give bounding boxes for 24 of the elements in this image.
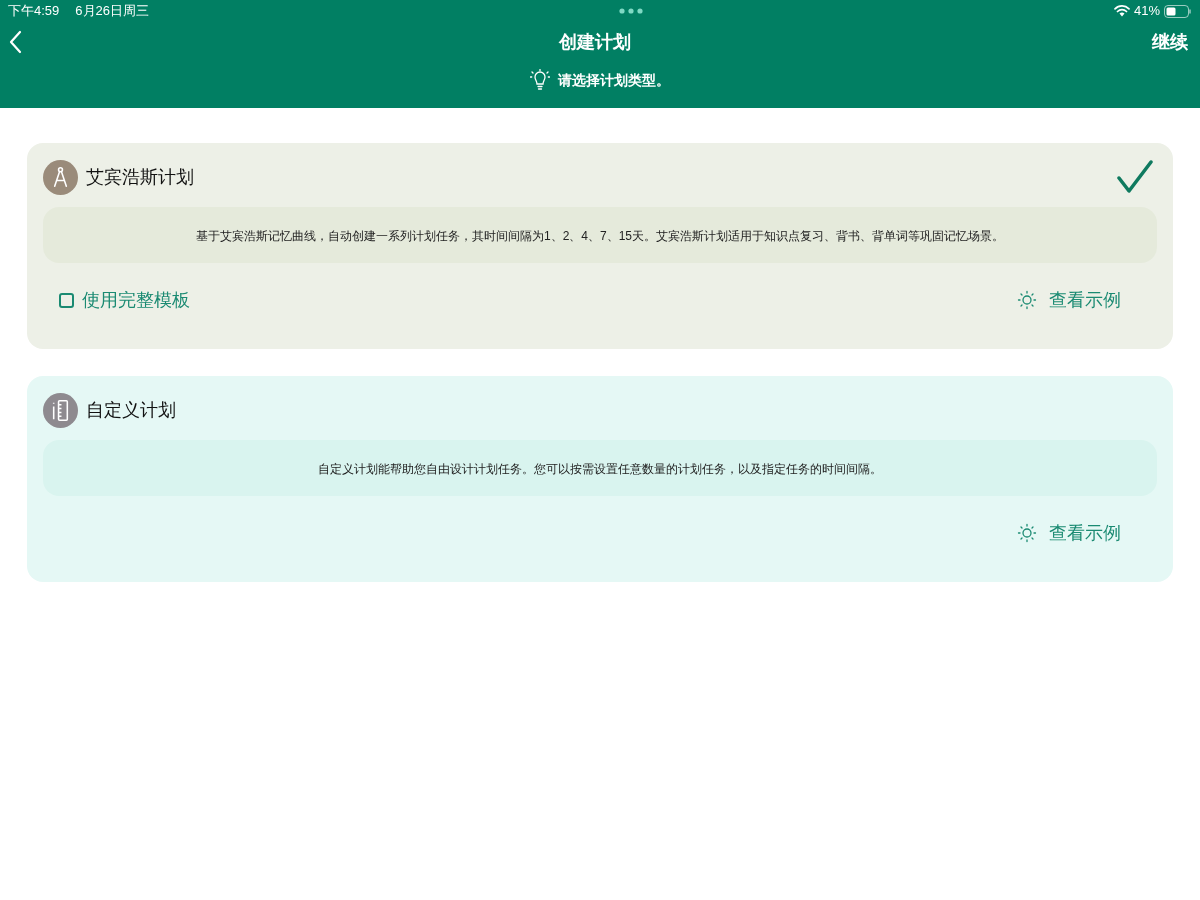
wifi-icon — [1113, 5, 1130, 17]
plan-title: 自定义计划 — [86, 398, 176, 422]
plan-card[interactable]: 艾宾浩斯计划 基于艾宾浩斯记忆曲线，自动创建一系列计划任务，其时间间隔为1、2、4、7、15天。艾宾浩斯计划适用于知识点复习、背书、背单词等巩固记忆场景。 使用完整模板 查看示例 — [27, 143, 1173, 349]
view-example-link[interactable]: 查看示例 — [1017, 519, 1121, 547]
sun-icon — [1017, 290, 1037, 310]
multitasking-dots-icon — [619, 8, 644, 14]
battery-percent: 41% — [1133, 2, 1160, 21]
plan-title: 艾宾浩斯计划 — [86, 165, 194, 189]
back-icon — [8, 30, 22, 54]
description-text: 自定义计划能帮助您自由设计计划任务。您可以按需设置任意数量的计划任务，以及指定任务的时间间隔。 — [318, 462, 882, 476]
hint-text: 请选择计划类型。 — [558, 70, 670, 90]
battery-icon — [1164, 4, 1192, 18]
template-checkbox[interactable]: 使用完整模板 — [59, 286, 190, 314]
lightbulb-icon — [530, 69, 550, 91]
view-example-link[interactable]: 查看示例 — [1017, 286, 1121, 314]
plan-card[interactable]: 自定义计划 自定义计划能帮助您自由设计计划任务。您可以按需设置任意数量的计划任务，以及指定任务的时间间隔。 查看示例 — [27, 376, 1173, 582]
ruler-pencil-icon — [43, 392, 78, 428]
status-time: 下午4:59 — [8, 2, 60, 21]
compass-icon — [43, 159, 78, 195]
page-title: 创建计划 — [559, 30, 631, 54]
continue-button[interactable]: 继续 — [1152, 28, 1188, 56]
sun-icon — [1017, 523, 1037, 543]
description-text: 基于艾宾浩斯记忆曲线，自动创建一系列计划任务，其时间间隔为1、2、4、7、15天。艾宾浩斯计划适用于知识点复习、背书、背单词等巩固记忆场景。 — [195, 229, 1004, 243]
status-date: 6月26日周三 — [75, 2, 149, 21]
